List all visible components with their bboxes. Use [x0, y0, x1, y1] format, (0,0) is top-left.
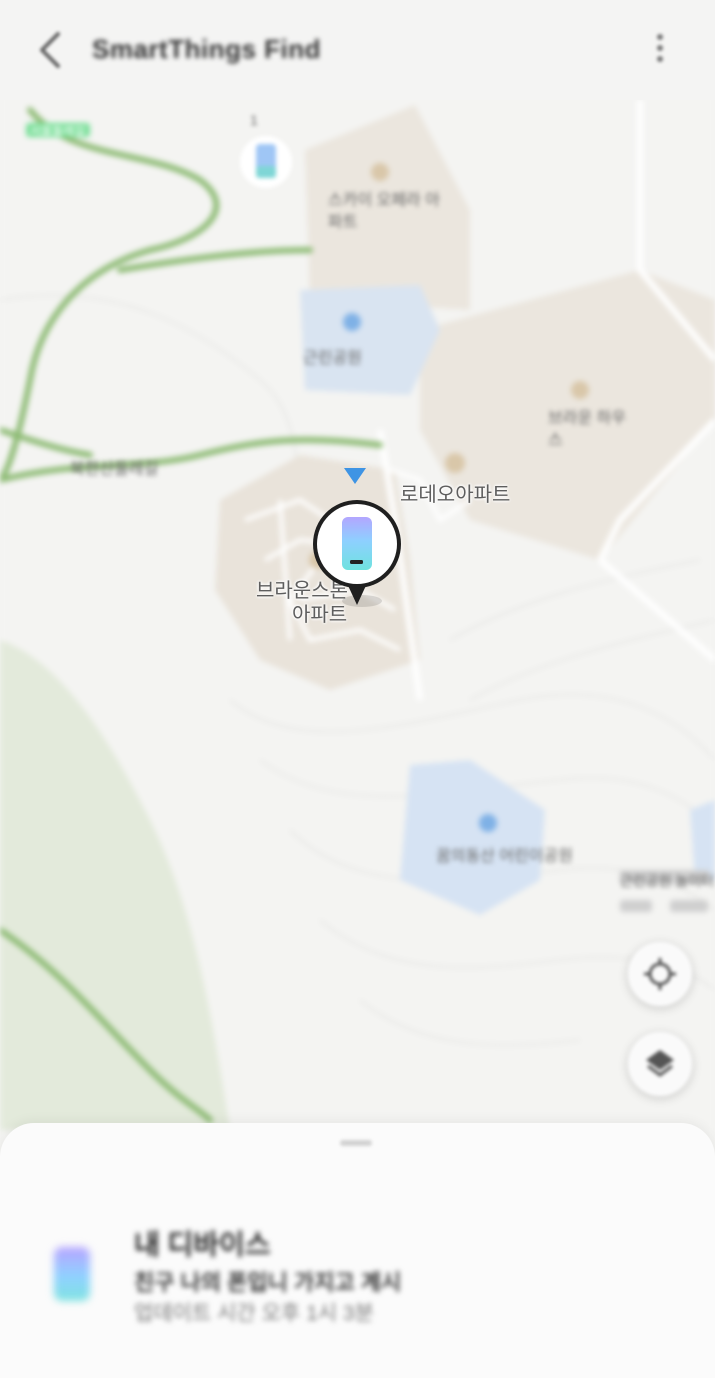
map-label-right-edge: 근린공원 놀이터	[620, 873, 715, 889]
map-label-area1: 스카이 오페라 아파트	[328, 192, 440, 231]
direction-arrow-icon	[344, 468, 366, 484]
page-title: SmartThings Find	[92, 34, 321, 64]
sheet-drag-handle[interactable]	[340, 1140, 372, 1146]
secondary-device-pin[interactable]	[238, 132, 294, 194]
map-label-rodeo: 로데오아파트	[400, 484, 511, 506]
map-layers-button[interactable]	[628, 1032, 692, 1096]
map-label-area2: 브라운 하우스	[548, 410, 627, 449]
my-location-button[interactable]	[628, 942, 692, 1006]
layers-icon	[646, 1050, 674, 1077]
device-bottom-sheet[interactable]: 내 디바이스 친구 나의 폰입니 가지고 계시 업데이트 시간 오후 1시 3분	[0, 1123, 715, 1378]
more-vertical-icon[interactable]	[650, 30, 670, 70]
device-status: 친구 나의 폰입니 가지고 계시	[134, 1270, 402, 1295]
map-label-park1: 근린공원	[303, 350, 362, 367]
device-location-pin[interactable]	[310, 497, 404, 609]
small-pin-label: 1	[250, 112, 258, 128]
map-label-trail: 북한산둘레길	[70, 461, 159, 478]
crosshair-icon	[644, 958, 676, 990]
device-name: 내 디바이스	[134, 1229, 271, 1260]
device-thumbnail-icon	[54, 1247, 90, 1301]
map-label-park2: 꿈의동산 어린이공원	[436, 848, 573, 865]
device-updated-time: 업데이트 시간 오후 1시 3분	[134, 1302, 374, 1325]
back-arrow-icon[interactable]	[34, 30, 70, 70]
app-header: SmartThings Find	[0, 0, 715, 100]
map-label-green-tag: 서울둘레길	[30, 124, 86, 138]
